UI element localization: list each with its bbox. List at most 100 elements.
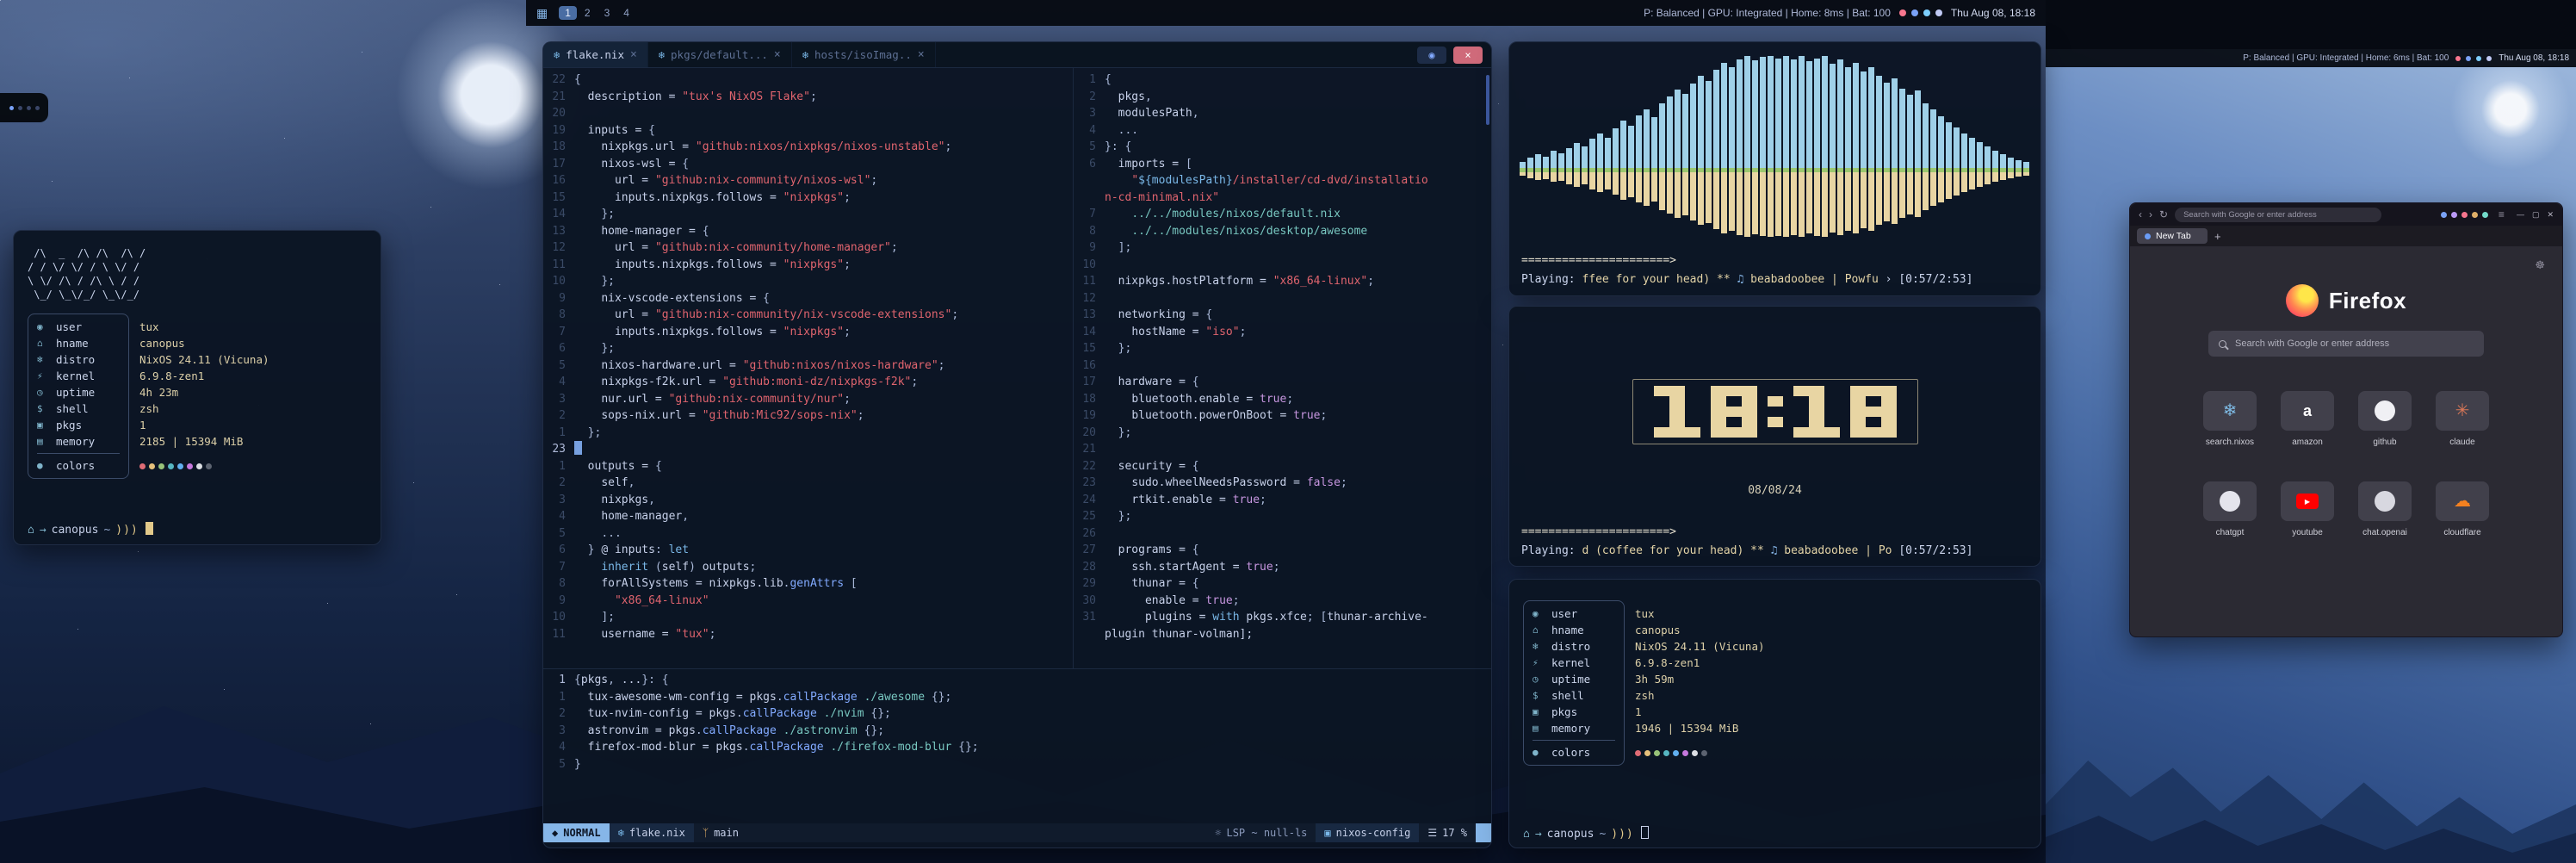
shortcut-amazon[interactable]: aamazon: [2273, 391, 2342, 447]
shortcut-card: ▶: [2281, 481, 2334, 521]
fetch-value: tux: [1635, 605, 1765, 622]
shell-prompt[interactable]: ⌂→canopus~))): [1523, 826, 1649, 841]
line-number: 3: [543, 492, 574, 509]
url-bar[interactable]: Search with Google or enter address: [2175, 208, 2381, 222]
tray-icon[interactable]: [1899, 9, 1906, 16]
code-pane-flake[interactable]: 22{21 description = "tux's NixOS Flake";…: [543, 71, 1073, 669]
tab-close-icon[interactable]: ×: [630, 48, 637, 61]
arrow-icon: →: [1535, 828, 1542, 841]
tab-label: flake.nix: [566, 48, 624, 61]
shortcut-card: a: [2281, 391, 2334, 431]
line-number: 4: [543, 739, 574, 756]
fetch-key: memory: [56, 435, 95, 448]
shortcut-chatgpt[interactable]: chatgpt: [2195, 481, 2264, 537]
cava-bar: [1783, 49, 1789, 247]
line-number: 10: [543, 609, 574, 626]
code-line: 8 ../../modules/nixos/desktop/awesome: [1074, 223, 1492, 240]
fetch-key: colors: [56, 459, 95, 472]
forward-icon[interactable]: ›: [2149, 208, 2152, 220]
line-number: 11: [543, 257, 574, 274]
shortcut-chat.openai[interactable]: chat.openai: [2350, 481, 2419, 537]
close-button[interactable]: ✕: [2547, 210, 2554, 220]
file-segment: ❄ flake.nix: [610, 823, 694, 842]
shortcut-cloudflare[interactable]: ☁cloudflare: [2428, 481, 2497, 537]
hamburger-menu-icon[interactable]: ≡: [2499, 208, 2505, 220]
refresh-icon[interactable]: ↻: [2159, 208, 2168, 220]
fetch-separator: [1533, 740, 1615, 741]
palette-dot: [177, 463, 183, 469]
cava-bar: [1558, 49, 1564, 247]
fetch-row: ⌂hname: [37, 335, 128, 351]
pane-divider-horizontal[interactable]: [543, 668, 1492, 669]
tray-icon[interactable]: [1923, 9, 1930, 16]
cava-bar: [1520, 49, 1526, 247]
top-bar-secondary: P: Balanced | GPU: Integrated | Home: 6m…: [2046, 49, 2576, 67]
extension-icon[interactable]: [2472, 212, 2478, 218]
system-fetch: ◉user⌂hname❄distro⚡kernel◷uptime$shell▣p…: [28, 314, 367, 479]
pin-button[interactable]: ◉: [1417, 47, 1446, 64]
tab-pkgs/default...[interactable]: ❄pkgs/default...×: [648, 42, 792, 67]
code-text: nixos-wsl = {: [574, 156, 689, 173]
shell-prompt[interactable]: ⌂→canopus~))): [28, 522, 153, 537]
editor-tabline: ❄flake.nix×❄pkgs/default...×❄hosts/isoIm…: [543, 42, 1491, 68]
tray-icon[interactable]: [2486, 56, 2492, 61]
tab-close-icon[interactable]: ×: [918, 48, 925, 61]
extension-icon[interactable]: [2451, 212, 2457, 218]
code-text: inputs.nixpkgs.follows = "nixpkgs";: [574, 257, 851, 274]
firefox-navbar: ‹ › ↻ Search with Google or enter addres…: [2130, 203, 2562, 226]
code-line: 3 nur.url = "github:nix-community/nur";: [543, 391, 1073, 408]
line-number: 3: [543, 391, 574, 408]
tab-close-icon[interactable]: ×: [774, 48, 781, 61]
code-pane-default[interactable]: 1{pkgs, ...}: {1 tux-awesome-wm-config =…: [543, 672, 1492, 823]
code-text: thunar = {: [1105, 575, 1199, 593]
minimize-button[interactable]: —: [2517, 210, 2524, 219]
amazon-icon: a: [2303, 402, 2312, 420]
menu-icon[interactable]: ▦: [536, 6, 548, 21]
tray-icon[interactable]: [2476, 56, 2481, 61]
tray-icon[interactable]: [2466, 56, 2471, 61]
left-monitor-panel[interactable]: [0, 93, 48, 122]
tab-flake.nix[interactable]: ❄ flake.nix ×: [543, 42, 648, 67]
maximize-button[interactable]: ▢: [2532, 210, 2540, 220]
new-tab-button[interactable]: +: [2214, 230, 2221, 243]
git-branch-segment: ᛉ main: [694, 823, 747, 842]
extension-icon[interactable]: [2461, 212, 2468, 218]
scrollbar-thumb[interactable]: [1486, 75, 1489, 125]
tab-hosts/isoImag..[interactable]: ❄hosts/isoImag..×: [792, 42, 936, 67]
code-line: 26: [1074, 525, 1492, 543]
search-input[interactable]: Search with Google or enter address: [2208, 331, 2484, 357]
tab-new-tab[interactable]: New Tab: [2137, 228, 2208, 244]
tray-icon[interactable]: [1911, 9, 1918, 16]
tag-dot[interactable]: [18, 106, 22, 110]
tray-icon[interactable]: [2455, 56, 2461, 61]
line-number: 19: [1074, 407, 1105, 425]
tag-dot[interactable]: [35, 106, 40, 110]
tag-3[interactable]: 3: [598, 6, 616, 20]
line-number: 9: [1074, 239, 1105, 257]
tag-1[interactable]: 1: [559, 6, 577, 20]
shortcut-youtube[interactable]: ▶youtube: [2273, 481, 2342, 537]
shell-icon: $: [37, 403, 49, 414]
tag-dot[interactable]: [27, 106, 31, 110]
window-close-button[interactable]: ×: [1453, 47, 1483, 64]
mode-label: NORMAL: [563, 827, 600, 839]
code-line: 31 plugins = with pkgs.xfce; [thunar-arc…: [1074, 609, 1492, 626]
gear-icon[interactable]: ☸: [2535, 258, 2545, 272]
extension-icon[interactable]: [2441, 212, 2447, 218]
shortcut-label: search.nixos: [2195, 438, 2264, 447]
shortcut-github[interactable]: github: [2350, 391, 2419, 447]
code-text: {: [1105, 71, 1112, 89]
shortcut-search.nixos[interactable]: ❄search.nixos: [2195, 391, 2264, 447]
tag-dot[interactable]: [9, 106, 14, 110]
tag-4[interactable]: 4: [617, 6, 635, 20]
cwd: ~: [103, 524, 110, 537]
back-icon[interactable]: ‹: [2139, 208, 2142, 220]
nix-file-icon: ❄: [554, 49, 560, 61]
tray-icon[interactable]: [1935, 9, 1942, 16]
code-pane-iso[interactable]: 1{2 pkgs,3 modulesPath,4 ...5}: {6 impor…: [1074, 71, 1492, 669]
line-number: 4: [1074, 122, 1105, 140]
extension-icon[interactable]: [2482, 212, 2488, 218]
shortcut-claude[interactable]: ✳claude: [2428, 391, 2497, 447]
tag-2[interactable]: 2: [579, 6, 597, 20]
cava-bar: [1907, 49, 1913, 247]
